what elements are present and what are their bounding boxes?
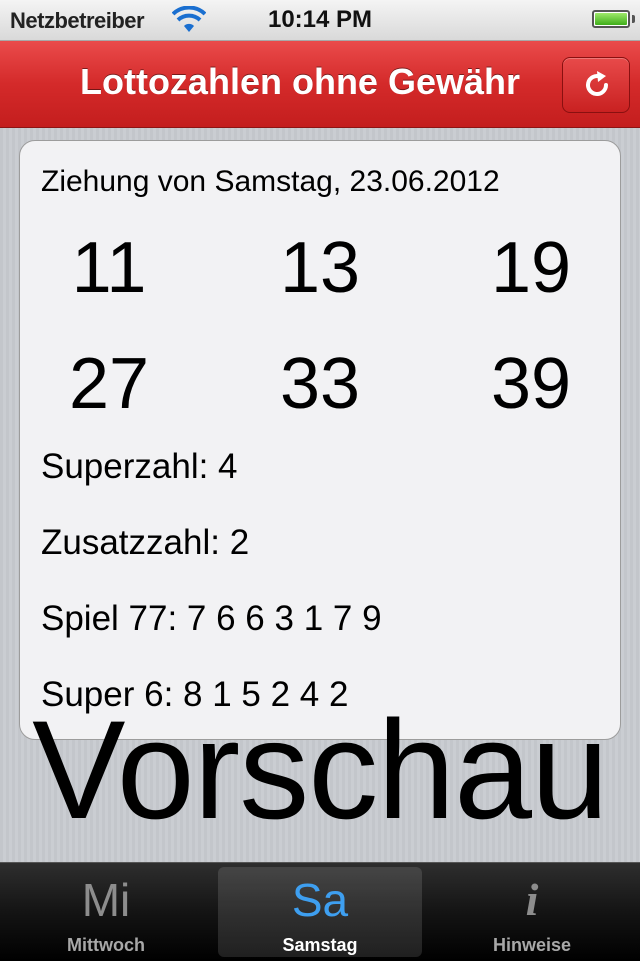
tab-label: Samstag bbox=[282, 935, 358, 955]
lotto-number: 33 bbox=[279, 344, 361, 424]
tab-label: Hinweise bbox=[492, 935, 572, 955]
battery-level bbox=[595, 13, 627, 25]
tab-hinweise[interactable]: i Hinweise bbox=[430, 867, 634, 957]
draw-results-card: Ziehung von Samstag, 23.06.2012 11 13 19… bbox=[19, 140, 621, 740]
draw-date-heading: Ziehung von Samstag, 23.06.2012 bbox=[41, 165, 500, 198]
spiel77-line: Spiel 77: 7 6 6 3 1 7 9 bbox=[41, 599, 382, 638]
superzahl-line: Superzahl: 4 bbox=[41, 447, 238, 486]
info-icon: i bbox=[525, 874, 539, 925]
sa-icon: Sa bbox=[291, 874, 349, 926]
tab-label: Mittwoch bbox=[67, 935, 145, 955]
lotto-number: 19 bbox=[490, 228, 572, 308]
lotto-number: 39 bbox=[490, 344, 572, 424]
lotto-number: 27 bbox=[68, 344, 150, 424]
mi-icon: Mi bbox=[81, 874, 131, 926]
battery-tip bbox=[632, 15, 635, 23]
refresh-icon bbox=[586, 71, 608, 96]
refresh-button[interactable] bbox=[562, 57, 630, 113]
lotto-number: 11 bbox=[71, 228, 147, 308]
status-time: 10:14 PM bbox=[267, 6, 373, 33]
navigation-bar: Lottozahlen ohne Gewähr bbox=[0, 41, 640, 128]
battery-icon bbox=[592, 10, 630, 28]
tab-bar: Mi Mittwoch Sa Samstag i Hinweise bbox=[0, 862, 640, 961]
page-title: Lottozahlen ohne Gewähr bbox=[79, 61, 520, 102]
lotto-number: 13 bbox=[279, 228, 361, 308]
zusatzzahl-line: Zusatzzahl: 2 bbox=[41, 523, 250, 562]
tab-samstag[interactable]: Sa Samstag bbox=[218, 867, 422, 957]
tab-mittwoch[interactable]: Mi Mittwoch bbox=[4, 867, 208, 957]
status-bar: Netzbetreiber 10:14 PM bbox=[0, 0, 640, 41]
preview-watermark: Vorschau bbox=[32, 691, 609, 848]
